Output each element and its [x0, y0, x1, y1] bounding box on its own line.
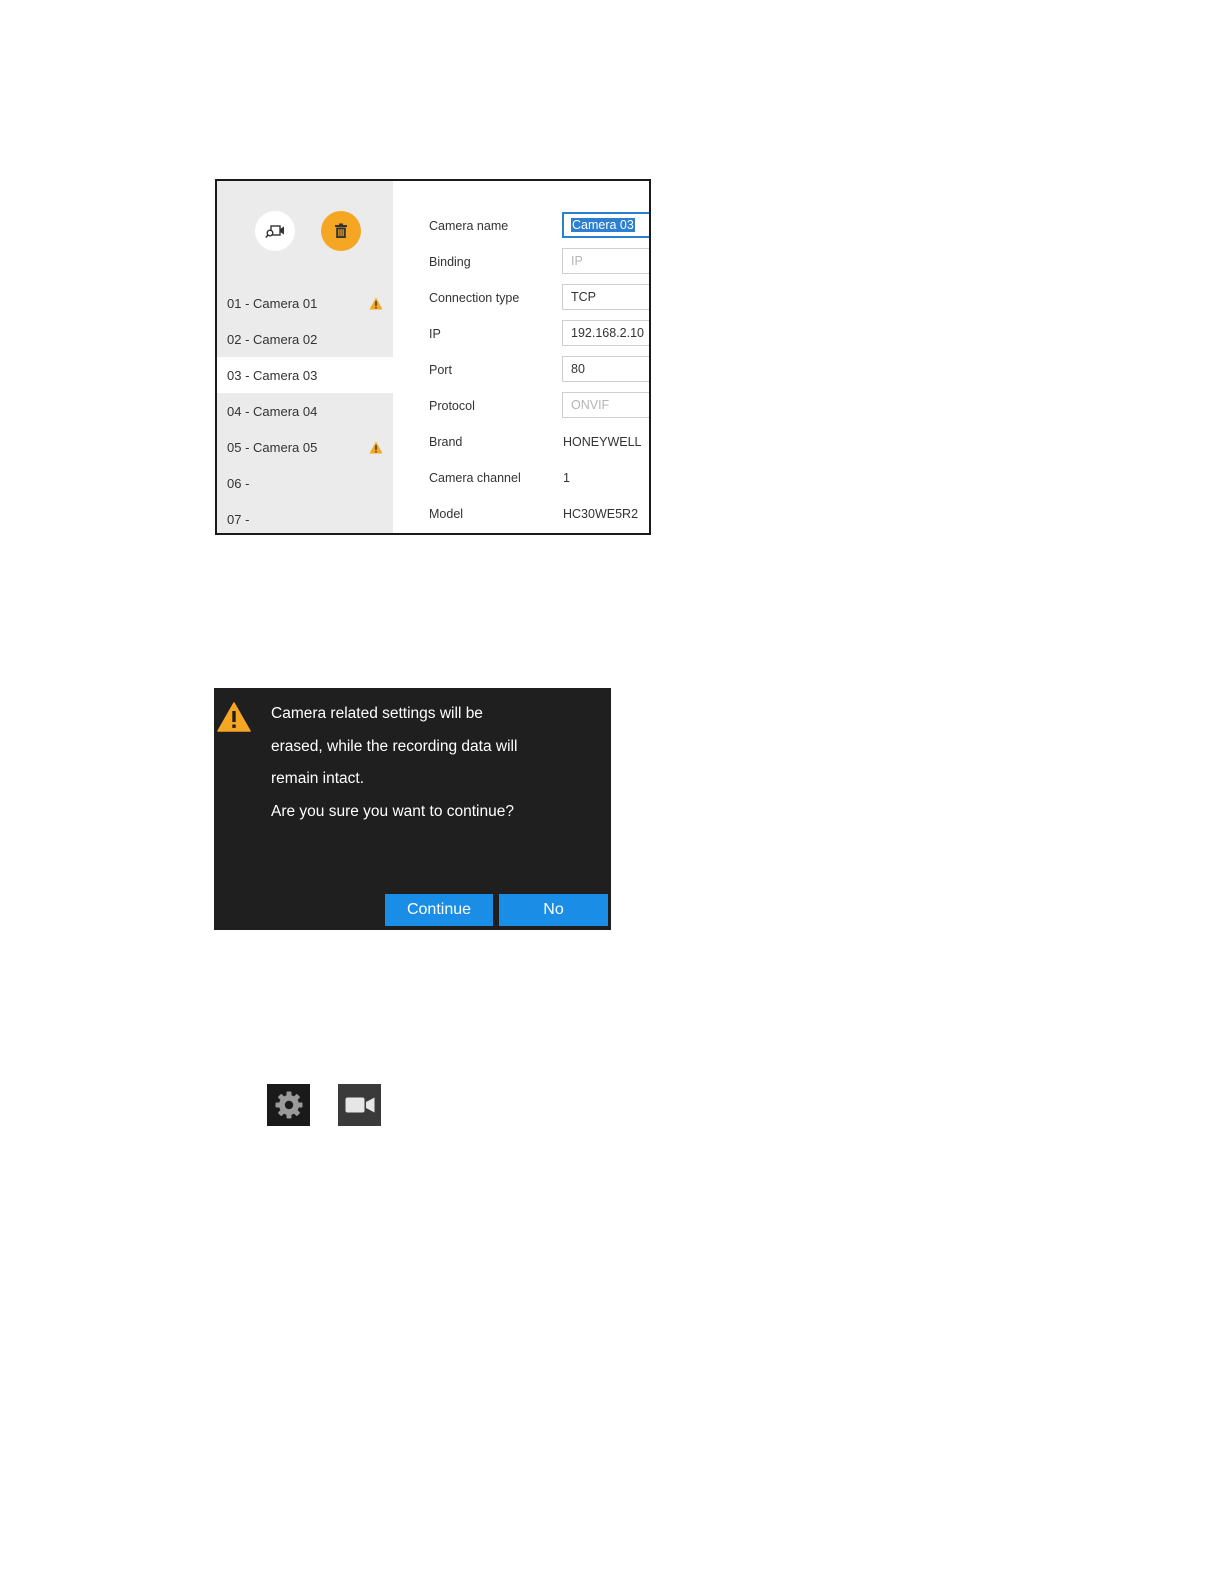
no-button[interactable]: No: [499, 894, 608, 926]
brand-value: HONEYWELL: [563, 435, 642, 449]
protocol-field: ONVIF: [562, 392, 649, 418]
camera-item-label: 02 - Camera 02: [227, 331, 318, 347]
camera-list-item[interactable]: 07 -: [217, 501, 393, 533]
camera-item-label: 06 -: [227, 475, 250, 491]
binding-label: Binding: [429, 255, 471, 269]
brand-label: Brand: [429, 435, 463, 449]
warning-icon: [369, 297, 383, 310]
continue-button[interactable]: Continue: [385, 894, 493, 926]
protocol-label: Protocol: [429, 399, 475, 413]
ip-input[interactable]: 192.168.2.10: [562, 320, 649, 346]
camera-list-item[interactable]: 01 - Camera 01: [217, 285, 393, 321]
camera-search-button[interactable]: [255, 211, 295, 251]
dialog-message-line: remain intact.: [271, 770, 365, 787]
camera-list-item[interactable]: 04 - Camera 04: [217, 393, 393, 429]
camera-name-input[interactable]: Camera 03: [562, 212, 649, 238]
camera-item-label: 01 - Camera 01: [227, 295, 318, 311]
delete-confirmation-dialog: Camera related settings will be erased, …: [214, 688, 611, 930]
dialog-message-line: Camera related settings will be: [271, 705, 483, 722]
binding-field: IP: [562, 248, 649, 274]
camera-list-item[interactable]: 02 - Camera 02: [217, 321, 393, 357]
connection-type-label: Connection type: [429, 291, 520, 305]
dialog-question: Are you sure you want to continue?: [271, 802, 514, 820]
delete-camera-button[interactable]: [321, 211, 361, 251]
trash-icon: [335, 223, 347, 238]
warning-icon: [369, 441, 383, 454]
ip-label: IP: [429, 327, 441, 341]
dialog-message: Camera related settings will be erased, …: [271, 698, 591, 828]
gear-icon: [275, 1091, 302, 1119]
camera-name-label: Camera name: [429, 219, 509, 233]
camera-item-label: 04 - Camera 04: [227, 403, 318, 419]
camera-channel-label: Camera channel: [429, 471, 521, 485]
camera-search-icon: [265, 225, 284, 239]
camera-list-item[interactable]: 05 - Camera 05: [217, 429, 393, 465]
camera-item-label: 05 - Camera 05: [227, 439, 318, 455]
camera-setup-panel: 01 - Camera 01 02 - Camera 02 03 - Camer…: [215, 179, 651, 535]
model-value: HC30WE5R2: [563, 507, 639, 521]
camera-item-label: 03 - Camera 03: [227, 367, 318, 383]
warning-icon: [217, 702, 251, 732]
camera-channel-value: 1: [563, 471, 570, 485]
camera-list: 01 - Camera 01 02 - Camera 02 03 - Camer…: [217, 181, 393, 533]
camera-name-value: Camera 03: [571, 218, 635, 232]
camera-list-item-selected[interactable]: 03 - Camera 03: [217, 357, 393, 393]
settings-button[interactable]: [267, 1084, 310, 1126]
camera-item-label: 07 -: [227, 511, 250, 527]
video-camera-icon: [345, 1097, 374, 1113]
camera-list-item[interactable]: 06 -: [217, 465, 393, 501]
model-label: Model: [429, 507, 464, 521]
port-input[interactable]: 80: [562, 356, 649, 382]
dialog-message-line: erased, while the recording data will: [271, 737, 518, 755]
connection-type-select[interactable]: TCP: [562, 284, 649, 310]
port-label: Port: [429, 363, 452, 377]
camera-button[interactable]: [338, 1084, 381, 1126]
